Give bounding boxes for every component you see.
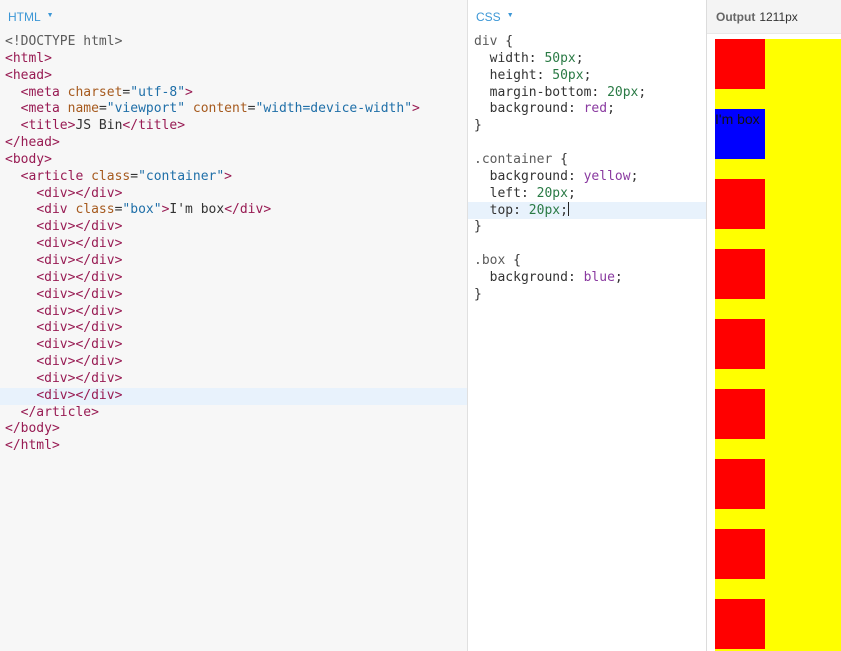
html-code-line[interactable]: <div></div> bbox=[0, 219, 467, 236]
css-code-line[interactable]: height: 50px; bbox=[468, 68, 706, 85]
html-code-line[interactable]: <body> bbox=[0, 152, 467, 169]
css-code-line[interactable]: margin-bottom: 20px; bbox=[468, 85, 706, 102]
html-code-line[interactable]: <meta name="viewport" content="width=dev… bbox=[0, 101, 467, 118]
chevron-down-icon[interactable]: ▼ bbox=[47, 12, 54, 19]
preview-div bbox=[715, 599, 765, 649]
html-code-line[interactable]: </article> bbox=[0, 405, 467, 422]
css-code-line[interactable]: .container { bbox=[468, 152, 706, 169]
html-code-line[interactable]: <div></div> bbox=[0, 236, 467, 253]
html-code-line[interactable]: <div></div> bbox=[0, 270, 467, 287]
css-code-line[interactable]: background: red; bbox=[468, 101, 706, 118]
preview-div bbox=[715, 459, 765, 509]
css-code-line[interactable]: top: 20px; bbox=[468, 202, 706, 220]
html-code-editor[interactable]: <!DOCTYPE html> <html> <head> <meta charse… bbox=[0, 34, 467, 455]
html-code-line[interactable]: <div></div> bbox=[0, 371, 467, 388]
html-code-line[interactable]: <title>JS Bin</title> bbox=[0, 118, 467, 135]
html-code-line[interactable]: <article class="container"> bbox=[0, 169, 467, 186]
css-code-line[interactable]: } bbox=[468, 219, 706, 236]
css-panel-header: CSS ▼ bbox=[468, 0, 706, 33]
html-code-line[interactable]: <div></div> bbox=[0, 287, 467, 304]
html-code-line[interactable]: <!DOCTYPE html> bbox=[0, 34, 467, 51]
css-code-line[interactable]: .box { bbox=[468, 253, 706, 270]
html-code-line[interactable]: <head> bbox=[0, 68, 467, 85]
html-code-line[interactable]: <div></div> bbox=[0, 337, 467, 354]
css-editor-panel: CSS ▼ div { width: 50px; height: 50px; m… bbox=[468, 0, 707, 651]
output-width-readout: 1211px bbox=[759, 9, 798, 24]
html-code-line[interactable]: </html> bbox=[0, 438, 467, 455]
preview-div bbox=[715, 39, 765, 89]
preview-div bbox=[715, 389, 765, 439]
text-cursor bbox=[567, 202, 569, 217]
css-code-editor[interactable]: div { width: 50px; height: 50px; margin-… bbox=[468, 34, 706, 304]
html-tab-label[interactable]: HTML bbox=[8, 10, 41, 24]
html-code-line[interactable]: <div></div> bbox=[0, 320, 467, 337]
html-panel-header: HTML ▼ bbox=[0, 0, 467, 33]
html-code-line[interactable]: </body> bbox=[0, 421, 467, 438]
css-code-line[interactable]: width: 50px; bbox=[468, 51, 706, 68]
preview-div bbox=[715, 249, 765, 299]
css-code-line[interactable]: } bbox=[468, 118, 706, 135]
css-code-line[interactable] bbox=[468, 135, 706, 152]
output-panel: Output 1211px I'm box bbox=[707, 0, 841, 651]
html-code-line[interactable]: <div></div> bbox=[0, 186, 467, 203]
css-code-line[interactable]: div { bbox=[468, 34, 706, 51]
css-code-line[interactable]: left: 20px; bbox=[468, 186, 706, 203]
css-code-line[interactable]: } bbox=[468, 287, 706, 304]
output-panel-header: Output 1211px bbox=[707, 0, 841, 34]
html-code-line[interactable]: <div class="box">I'm box</div> bbox=[0, 202, 467, 219]
html-code-line[interactable]: <div></div> bbox=[0, 253, 467, 270]
html-code-line[interactable]: <div></div> bbox=[0, 304, 467, 321]
preview-box: I'm box bbox=[715, 109, 765, 159]
preview-div bbox=[715, 529, 765, 579]
preview-div bbox=[715, 319, 765, 369]
css-tab-label[interactable]: CSS bbox=[476, 10, 501, 24]
css-code-line[interactable]: background: yellow; bbox=[468, 169, 706, 186]
html-code-line[interactable]: </head> bbox=[0, 135, 467, 152]
html-code-line[interactable]: <html> bbox=[0, 51, 467, 68]
html-code-line[interactable]: <div></div> bbox=[0, 387, 467, 405]
output-label: Output bbox=[716, 9, 756, 24]
css-code-line[interactable]: background: blue; bbox=[468, 270, 706, 287]
html-code-line[interactable]: <meta charset="utf-8"> bbox=[0, 85, 467, 102]
css-code-line[interactable] bbox=[468, 236, 706, 253]
html-editor-panel: HTML ▼ <!DOCTYPE html> <html> <head> <meta… bbox=[0, 0, 468, 651]
preview-div bbox=[715, 179, 765, 229]
chevron-down-icon[interactable]: ▼ bbox=[507, 12, 514, 19]
output-preview-container: I'm box bbox=[715, 39, 841, 651]
html-code-line[interactable]: <div></div> bbox=[0, 354, 467, 371]
